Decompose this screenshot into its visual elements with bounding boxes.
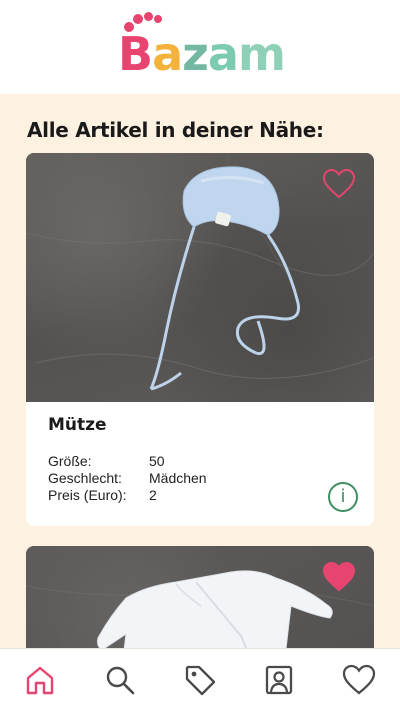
item-card[interactable]: Mütze Größe: 50 Geschlecht: Mädchen Prei… [26, 153, 374, 526]
page-title: Alle Artikel in deiner Nähe: [27, 118, 324, 142]
bazam-logo[interactable]: Bazam [118, 10, 286, 84]
profile-icon [265, 665, 293, 695]
attr-label: Geschlecht: [48, 470, 122, 486]
item-attributes: Größe: 50 Geschlecht: Mädchen Preis (Eur… [48, 453, 248, 504]
favorite-heart-icon[interactable] [322, 561, 356, 593]
attr-size: Größe: 50 [48, 453, 248, 470]
item-title: Mütze [48, 415, 107, 435]
heart-icon [342, 664, 376, 695]
favorite-heart-icon[interactable] [322, 168, 356, 200]
attr-value: 2 [149, 487, 157, 503]
info-button[interactable]: i [328, 482, 358, 512]
attr-label: Preis (Euro): [48, 487, 127, 503]
search-icon [106, 666, 135, 695]
attr-price: Preis (Euro): 2 [48, 487, 248, 504]
home-icon [26, 666, 54, 695]
app-header: Bazam [0, 0, 400, 94]
bottom-navigation [0, 648, 400, 711]
nav-home[interactable] [23, 663, 57, 697]
tag-icon [185, 665, 216, 696]
attr-label: Größe: [48, 453, 92, 469]
logo-wordmark: Bazam [118, 27, 286, 81]
nav-profile[interactable] [262, 663, 296, 697]
nav-favorites[interactable] [342, 663, 376, 697]
attr-value: Mädchen [149, 470, 207, 486]
attr-value: 50 [149, 453, 165, 469]
attr-gender: Geschlecht: Mädchen [48, 470, 248, 487]
nav-sell[interactable] [183, 663, 217, 697]
item-photo [26, 153, 374, 402]
nav-search[interactable] [103, 663, 137, 697]
